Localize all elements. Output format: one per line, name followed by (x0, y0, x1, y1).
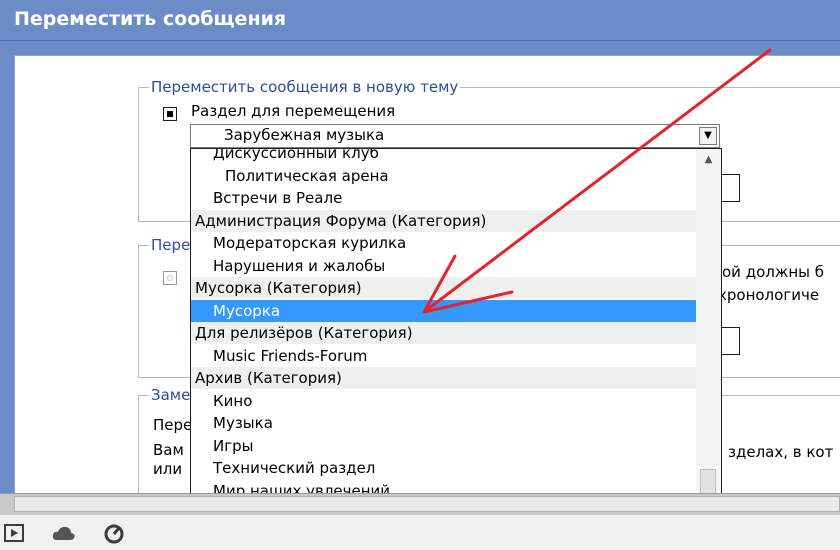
existing-topic-text-2: хронологиче (718, 286, 820, 304)
dropdown-option[interactable]: Нарушения и жалобы (191, 255, 696, 277)
section-select-value: Зарубежная музыка (224, 126, 385, 144)
existing-topic-radio[interactable] (163, 271, 177, 285)
window-title: Переместить сообщения (0, 0, 840, 41)
section-radio-label: Раздел для перемещения (191, 102, 396, 120)
existing-topic-text-1: ой должны б (722, 263, 825, 281)
dropdown-option[interactable]: Мусорка (191, 299, 696, 322)
scroll-up-icon[interactable]: ▲ (696, 149, 721, 171)
section-dropdown-list[interactable]: Дискуссионный клуб Политическая арена Встр… (190, 148, 722, 524)
gauge-icon[interactable] (104, 524, 124, 544)
horizontal-scrollbar[interactable] (0, 493, 840, 515)
replace-line-1: Пере (153, 416, 193, 434)
dropdown-option[interactable]: Кино (191, 390, 696, 412)
hidden-field-box[interactable] (720, 174, 740, 202)
dropdown-option[interactable]: Модераторская курилка (191, 232, 696, 254)
horizontal-scroll-track[interactable] (14, 496, 840, 512)
dropdown-scrollbar[interactable]: ▲ ▼ (696, 149, 721, 523)
dropdown-option[interactable]: Встречи в Реале (191, 187, 696, 209)
dropdown-option[interactable]: Music Friends-Forum (191, 345, 696, 367)
cloud-icon[interactable] (52, 524, 76, 542)
dropdown-option[interactable]: Политическая арена (191, 165, 696, 187)
dropdown-category[interactable]: Для релизёров (Категория) (191, 322, 696, 344)
chevron-down-icon[interactable]: ▼ (699, 127, 717, 145)
dropdown-option[interactable]: Игры (191, 435, 696, 457)
section-select[interactable]: Зарубежная музыка ▼ (190, 124, 720, 148)
bottom-toolbar (0, 515, 840, 550)
replace-line-2: Вам (153, 441, 184, 459)
play-icon[interactable] (4, 524, 24, 542)
dropdown-category[interactable]: Администрация Форума (Категория) (191, 209, 696, 232)
move-to-existing-topic-legend: Пере (151, 236, 191, 254)
dropdown-category[interactable]: Архив (Категория) (191, 367, 696, 389)
dropdown-category[interactable]: Мусорка (Категория) (191, 277, 696, 299)
section-radio[interactable] (163, 107, 177, 121)
dropdown-option[interactable]: Дискуссионный клуб (191, 149, 696, 164)
replace-line-3: или (153, 460, 183, 478)
move-to-new-topic-legend: Переместить сообщения в новую тему (151, 78, 459, 96)
replace-line-2-right: зделах, в кот (728, 443, 834, 461)
dropdown-option[interactable]: Музыка (191, 412, 696, 434)
dropdown-option[interactable]: Технический раздел (191, 457, 696, 479)
existing-topic-field-box[interactable] (720, 327, 740, 355)
